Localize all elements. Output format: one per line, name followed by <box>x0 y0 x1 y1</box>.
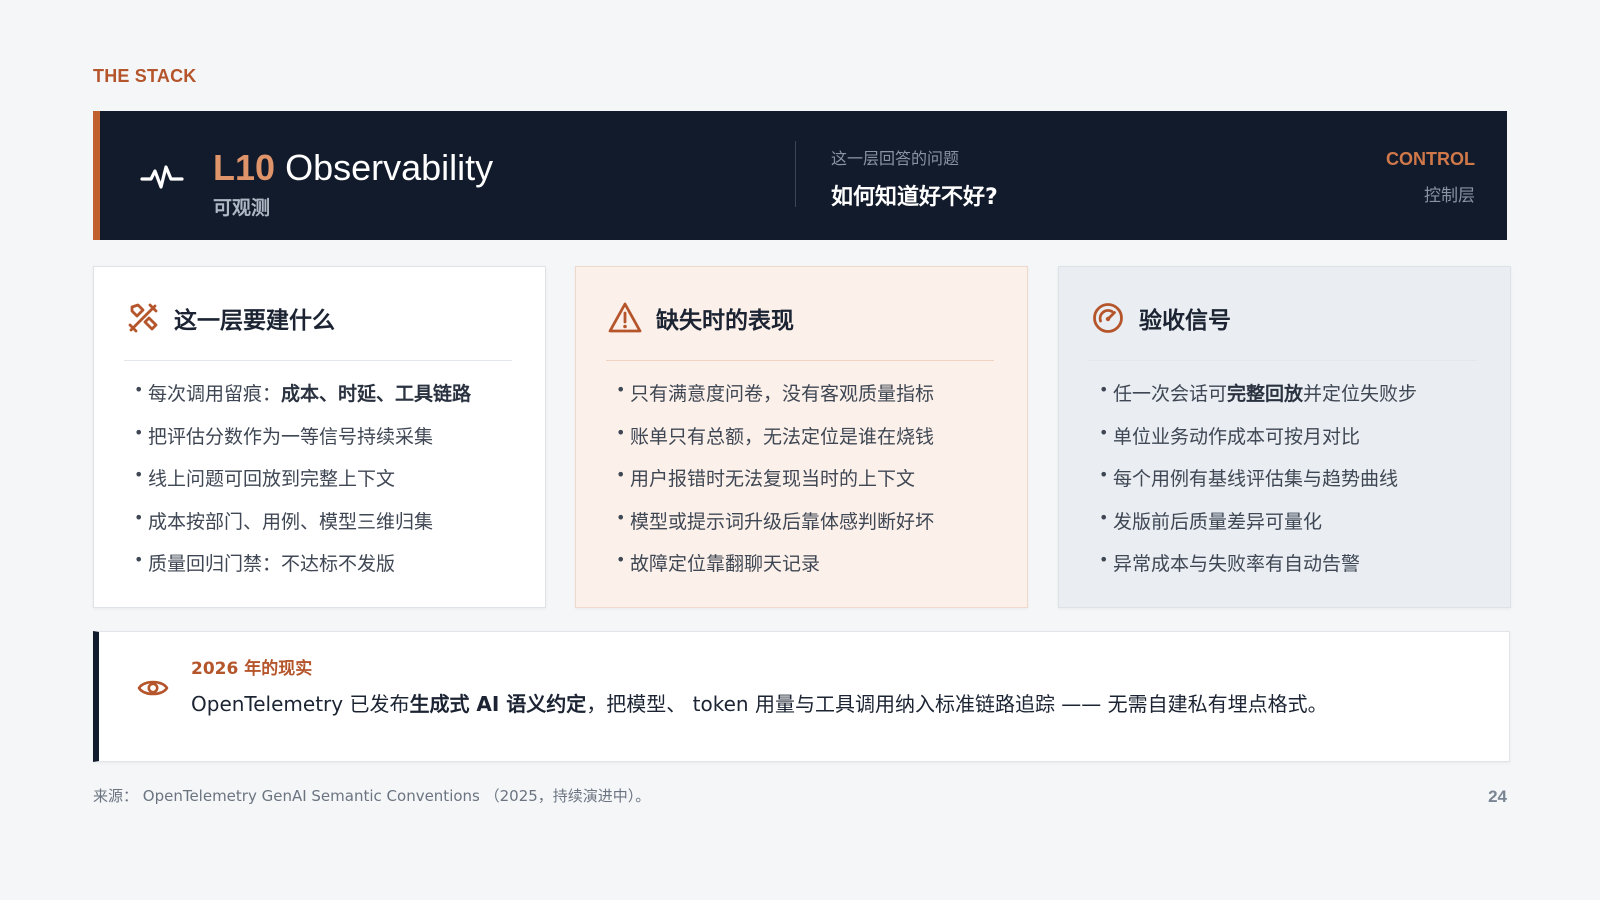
callout-text: OpenTelemetry 已发布生成式 AI 语义约定，把模型、 token … <box>191 692 1328 716</box>
tier-sublabel: 控制层 <box>1424 186 1475 206</box>
card-symptoms: 缺失时的表现 只有满意度问卷，没有客观质量指标 账单只有总额，无法定位是谁在烧钱… <box>575 266 1028 608</box>
card-title: 验收信号 <box>1139 308 1231 334</box>
list-item: 质量回归门禁：不达标不发版 <box>134 545 471 592</box>
list-item: 单位业务动作成本可按月对比 <box>1099 418 1417 465</box>
question-text: 如何知道好不好? <box>831 185 998 210</box>
card-divider <box>124 360 512 361</box>
page-number: 24 <box>1488 787 1507 806</box>
list-item: 用户报错时无法复现当时的上下文 <box>616 460 934 507</box>
card-title: 这一层要建什么 <box>174 308 335 334</box>
list-item: 每次调用留痕：成本、时延、工具链路 <box>134 375 471 422</box>
layer-code: L10 <box>213 147 276 188</box>
gauge-icon <box>1093 303 1123 333</box>
list-item: 发版前后质量差异可量化 <box>1099 503 1417 550</box>
list-item: 任一次会话可完整回放并定位失败步 <box>1099 375 1417 422</box>
card-list: 每次调用留痕：成本、时延、工具链路 把评估分数作为一等信号持续采集 线上问题可回… <box>134 375 471 592</box>
list-item: 每个用例有基线评估集与趋势曲线 <box>1099 460 1417 507</box>
source-note: 来源： OpenTelemetry GenAI Semantic Convent… <box>93 787 651 805</box>
tools-icon <box>128 303 158 333</box>
list-item: 模型或提示词升级后靠体感判断好坏 <box>616 503 934 550</box>
header-divider <box>795 141 796 207</box>
tier-label: CONTROL <box>1386 149 1475 169</box>
list-item: 线上问题可回放到完整上下文 <box>134 460 471 507</box>
warning-icon <box>608 302 642 333</box>
kicker-label: THE STACK <box>93 66 197 86</box>
list-item: 账单只有总额，无法定位是谁在烧钱 <box>616 418 934 465</box>
list-item: 异常成本与失败率有自动告警 <box>1099 545 1417 592</box>
pulse-icon <box>140 165 184 189</box>
card-acceptance-signals: 验收信号 任一次会话可完整回放并定位失败步 单位业务动作成本可按月对比 每个用例… <box>1058 266 1511 608</box>
callout-heading: 2026 年的现实 <box>191 659 313 679</box>
layer-title: L10 Observability <box>213 147 493 189</box>
list-item: 故障定位靠翻聊天记录 <box>616 545 934 592</box>
reality-callout: 2026 年的现实 OpenTelemetry 已发布生成式 AI 语义约定，把… <box>93 631 1510 762</box>
card-divider <box>606 360 994 361</box>
card-list: 只有满意度问卷，没有客观质量指标 账单只有总额，无法定位是谁在烧钱 用户报错时无… <box>616 375 934 592</box>
eye-icon <box>137 680 169 696</box>
card-title: 缺失时的表现 <box>656 308 794 334</box>
card-what-to-build: 这一层要建什么 每次调用留痕：成本、时延、工具链路 把评估分数作为一等信号持续采… <box>93 266 546 608</box>
layer-header-band: L10 Observability 可观测 这一层回答的问题 如何知道好不好? … <box>93 111 1507 240</box>
list-item: 把评估分数作为一等信号持续采集 <box>134 418 471 465</box>
list-item: 只有满意度问卷，没有客观质量指标 <box>616 375 934 422</box>
list-item: 成本按部门、用例、模型三维归集 <box>134 503 471 550</box>
question-label: 这一层回答的问题 <box>831 149 960 168</box>
card-list: 任一次会话可完整回放并定位失败步 单位业务动作成本可按月对比 每个用例有基线评估… <box>1099 375 1417 592</box>
layer-name: Observability <box>285 147 494 188</box>
card-divider <box>1089 360 1477 361</box>
layer-subtitle: 可观测 <box>213 197 271 219</box>
